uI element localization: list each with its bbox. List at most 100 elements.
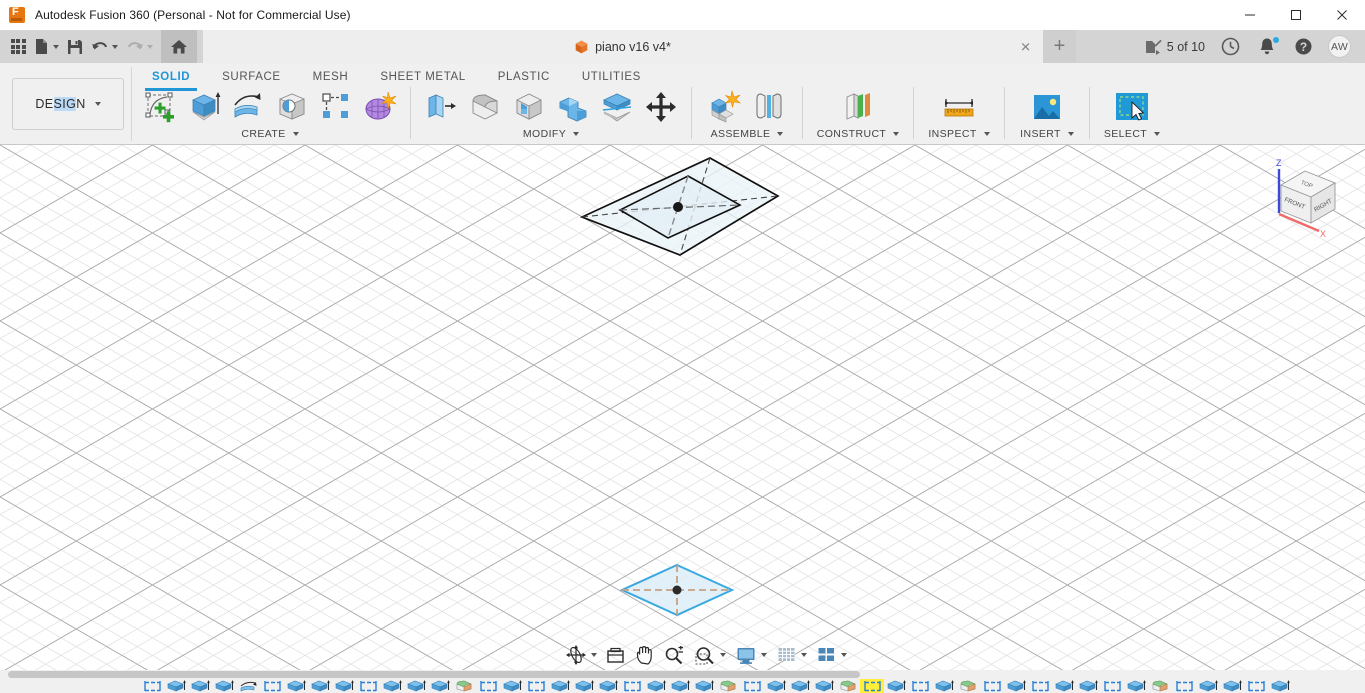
- timeline-item-extrude[interactable]: [884, 679, 908, 693]
- tab-plastic[interactable]: PLASTIC: [482, 66, 566, 88]
- timeline[interactable]: [0, 679, 1365, 693]
- timeline-item-extrude[interactable]: [404, 679, 428, 693]
- timeline-item-extrude[interactable]: [428, 679, 452, 693]
- timeline-item-extrude[interactable]: [1004, 679, 1028, 693]
- timeline-item-extrude[interactable]: [500, 679, 524, 693]
- panel-assemble-label[interactable]: ASSEMBLE: [711, 128, 784, 140]
- notifications-button[interactable]: [1249, 33, 1285, 61]
- timeline-item-sketch[interactable]: [1100, 679, 1124, 693]
- timeline-item-extrude[interactable]: [932, 679, 956, 693]
- combine-button[interactable]: [553, 87, 593, 127]
- orbit-button[interactable]: [563, 643, 600, 667]
- pattern-button[interactable]: [316, 87, 356, 127]
- timeline-item-sketch[interactable]: [356, 679, 380, 693]
- viewports-button[interactable]: [814, 643, 850, 667]
- timeline-item-sketch[interactable]: [1244, 679, 1268, 693]
- help-button[interactable]: ?: [1285, 33, 1322, 61]
- timeline-item-sketch[interactable]: [476, 679, 500, 693]
- timeline-item-extrude[interactable]: [1052, 679, 1076, 693]
- timeline-item-extrude[interactable]: [1220, 679, 1244, 693]
- timeline-item-extrude[interactable]: [212, 679, 236, 693]
- timeline-item-sketch[interactable]: [740, 679, 764, 693]
- timeline-item-sketch[interactable]: [908, 679, 932, 693]
- timeline-item-extrude[interactable]: [764, 679, 788, 693]
- timeline-scrollbar[interactable]: [0, 670, 1365, 679]
- timeline-item-sketch[interactable]: [140, 679, 164, 693]
- close-icon[interactable]: ✕: [1020, 40, 1031, 53]
- redo-button[interactable]: [122, 33, 157, 60]
- timeline-item-extrude[interactable]: [380, 679, 404, 693]
- tab-sheet-metal[interactable]: SHEET METAL: [364, 66, 481, 88]
- hole-button[interactable]: [272, 87, 312, 127]
- panel-select-label[interactable]: SELECT: [1104, 128, 1161, 140]
- timeline-item-extrude[interactable]: [572, 679, 596, 693]
- highlighted-plane[interactable]: [618, 561, 738, 621]
- timeline-item-extrude[interactable]: [644, 679, 668, 693]
- timeline-item-sketch[interactable]: [860, 679, 884, 693]
- timeline-item-extrude[interactable]: [1076, 679, 1100, 693]
- revolve-button[interactable]: [228, 87, 268, 127]
- extrude-button[interactable]: [184, 87, 224, 127]
- undo-button[interactable]: [87, 33, 122, 60]
- timeline-item-revolve[interactable]: [236, 679, 260, 693]
- zoom-button[interactable]: [661, 643, 687, 667]
- timeline-item-fillet[interactable]: [836, 679, 860, 693]
- viewport-canvas[interactable]: TOP FRONT RIGHT Z X: [0, 145, 1365, 670]
- view-cube[interactable]: TOP FRONT RIGHT Z X: [1261, 153, 1357, 249]
- press-pull-button[interactable]: [421, 87, 461, 127]
- tab-mesh[interactable]: MESH: [297, 66, 365, 88]
- split-face-button[interactable]: [597, 87, 637, 127]
- timeline-item-sketch[interactable]: [1028, 679, 1052, 693]
- minimize-button[interactable]: [1227, 0, 1273, 30]
- insert-image-button[interactable]: [1027, 87, 1067, 127]
- fillet-button[interactable]: [465, 87, 505, 127]
- timeline-item-extrude[interactable]: [188, 679, 212, 693]
- timeline-item-fillet[interactable]: [956, 679, 980, 693]
- timeline-item-sketch[interactable]: [260, 679, 284, 693]
- offset-plane-button[interactable]: [838, 87, 878, 127]
- timeline-scrollbar-thumb[interactable]: [8, 671, 860, 678]
- job-status-button[interactable]: [1212, 33, 1249, 61]
- timeline-item-sketch[interactable]: [1172, 679, 1196, 693]
- tab-utilities[interactable]: UTILITIES: [566, 66, 657, 88]
- select-button[interactable]: [1112, 87, 1152, 127]
- sketch-plane-upper[interactable]: [560, 145, 820, 295]
- joint-button[interactable]: [749, 87, 789, 127]
- move-copy-button[interactable]: [641, 87, 681, 127]
- maximize-button[interactable]: [1273, 0, 1319, 30]
- close-button[interactable]: [1319, 0, 1365, 30]
- file-menu-button[interactable]: [30, 33, 63, 60]
- shell-button[interactable]: [509, 87, 549, 127]
- display-settings-button[interactable]: [733, 643, 770, 667]
- panel-create-label[interactable]: CREATE: [241, 128, 299, 140]
- timeline-item-extrude[interactable]: [332, 679, 356, 693]
- timeline-item-extrude[interactable]: [1124, 679, 1148, 693]
- timeline-item-extrude[interactable]: [788, 679, 812, 693]
- pan-button[interactable]: [632, 643, 657, 667]
- look-at-button[interactable]: [603, 643, 628, 667]
- grid-snaps-button[interactable]: [774, 643, 810, 667]
- timeline-item-extrude[interactable]: [308, 679, 332, 693]
- account-avatar-button[interactable]: AW: [1322, 33, 1357, 61]
- panel-modify-label[interactable]: MODIFY: [523, 128, 580, 140]
- new-tab-button[interactable]: +: [1043, 30, 1076, 63]
- tab-surface[interactable]: SURFACE: [206, 66, 297, 88]
- extension-counter-button[interactable]: 5 of 10: [1137, 33, 1212, 61]
- workspace-switcher[interactable]: DESIGN: [12, 78, 124, 130]
- save-button[interactable]: [63, 33, 87, 60]
- timeline-item-fillet[interactable]: [716, 679, 740, 693]
- timeline-item-sketch[interactable]: [980, 679, 1004, 693]
- create-form-button[interactable]: [360, 87, 400, 127]
- timeline-item-extrude[interactable]: [812, 679, 836, 693]
- panel-inspect-label[interactable]: INSPECT: [928, 128, 990, 140]
- timeline-item-fillet[interactable]: [452, 679, 476, 693]
- timeline-item-extrude[interactable]: [284, 679, 308, 693]
- timeline-item-extrude[interactable]: [596, 679, 620, 693]
- timeline-item-extrude[interactable]: [1268, 679, 1292, 693]
- timeline-item-extrude[interactable]: [1196, 679, 1220, 693]
- timeline-item-extrude[interactable]: [164, 679, 188, 693]
- create-sketch-button[interactable]: [140, 87, 180, 127]
- tab-solid[interactable]: SOLID: [136, 66, 206, 91]
- panel-construct-label[interactable]: CONSTRUCT: [817, 128, 900, 140]
- timeline-item-sketch[interactable]: [524, 679, 548, 693]
